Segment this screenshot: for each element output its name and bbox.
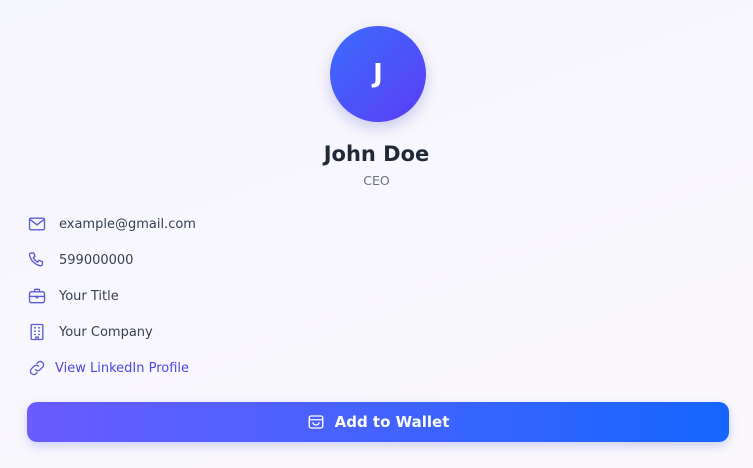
- contact-card: J John Doe CEO example@gmail.com 5990000…: [0, 0, 753, 468]
- wallet-icon: [307, 413, 325, 431]
- linkedin-link-text[interactable]: View LinkedIn Profile: [55, 361, 189, 376]
- briefcase-icon: [27, 286, 47, 306]
- avatar-initial: J: [373, 59, 383, 89]
- mail-icon: [27, 214, 47, 234]
- profile-name: John Doe: [323, 142, 430, 166]
- avatar: J: [330, 26, 426, 122]
- profile-role: CEO: [363, 173, 390, 188]
- phone-text: 599000000: [59, 252, 134, 268]
- company-text: Your Company: [59, 324, 153, 340]
- detail-company: Your Company: [27, 322, 153, 342]
- title-text: Your Title: [59, 288, 119, 304]
- add-to-wallet-label: Add to Wallet: [334, 413, 450, 431]
- link-icon: [27, 358, 47, 378]
- detail-email: example@gmail.com: [27, 214, 196, 234]
- linkedin-link[interactable]: View LinkedIn Profile: [27, 358, 189, 378]
- email-text: example@gmail.com: [59, 216, 196, 232]
- add-to-wallet-button[interactable]: Add to Wallet: [27, 402, 729, 442]
- building-icon: [27, 322, 47, 342]
- detail-phone: 599000000: [27, 250, 133, 270]
- phone-icon: [27, 250, 47, 270]
- detail-title: Your Title: [27, 286, 119, 306]
